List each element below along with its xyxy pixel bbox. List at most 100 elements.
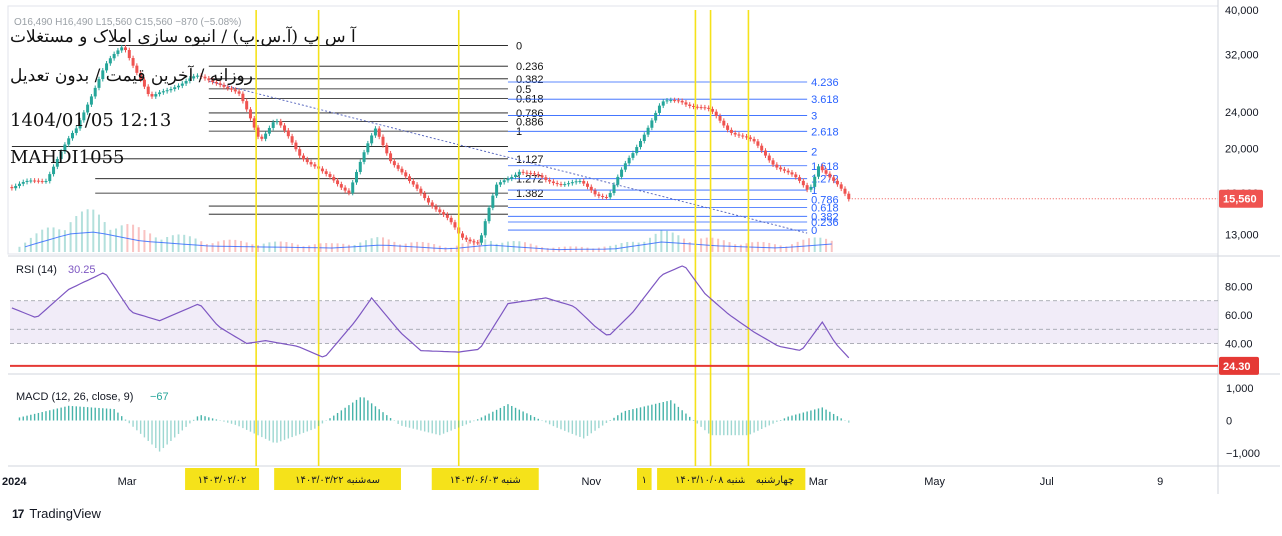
macd-histogram-bar bbox=[348, 405, 350, 421]
macd-histogram-bar bbox=[238, 420, 240, 427]
macd-histogram-bar bbox=[113, 409, 115, 421]
macd-histogram-bar bbox=[439, 420, 441, 436]
macd-histogram-bar bbox=[128, 420, 130, 424]
macd-histogram-bar bbox=[435, 420, 437, 435]
volume-bar bbox=[444, 247, 447, 252]
candle-body bbox=[67, 138, 71, 145]
macd-histogram-bar bbox=[340, 410, 343, 421]
macd-histogram-bar bbox=[105, 408, 108, 421]
volume-bar bbox=[779, 245, 782, 252]
volume-bar bbox=[86, 209, 89, 252]
candle-body bbox=[286, 130, 290, 137]
candle-body bbox=[574, 181, 578, 183]
candle-body bbox=[548, 179, 552, 182]
candle-body bbox=[578, 181, 582, 183]
volume-bar bbox=[132, 224, 135, 252]
datetime-label: 1404/01/05 12:13 bbox=[10, 110, 172, 131]
candle-body bbox=[264, 133, 268, 139]
macd-histogram-bar bbox=[102, 408, 104, 421]
candle-body bbox=[483, 221, 487, 236]
time-axis-tick: Mar bbox=[118, 476, 137, 488]
macd-histogram-bar bbox=[768, 420, 770, 426]
macd-histogram-bar bbox=[488, 413, 490, 421]
volume-bar bbox=[251, 244, 254, 252]
candle-body bbox=[794, 174, 798, 178]
macd-histogram-bar bbox=[575, 420, 577, 436]
macd-histogram-bar bbox=[98, 407, 100, 421]
candle-body bbox=[551, 181, 555, 184]
macd-histogram-bar bbox=[242, 420, 244, 429]
macd-histogram-bar bbox=[363, 397, 365, 421]
candle-body bbox=[813, 176, 817, 187]
candle-body bbox=[377, 128, 381, 137]
macd-histogram-bar bbox=[83, 406, 85, 421]
candle-body bbox=[514, 174, 518, 177]
candle-body bbox=[48, 174, 52, 182]
candle-body bbox=[635, 147, 639, 154]
macd-histogram-bar bbox=[507, 404, 509, 421]
macd-histogram-bar bbox=[56, 408, 59, 421]
volume-bar bbox=[228, 239, 231, 252]
macd-histogram-bar bbox=[848, 420, 850, 423]
macd-histogram-bar bbox=[268, 420, 271, 441]
macd-histogram-bar bbox=[333, 415, 335, 421]
macd-histogram-bar bbox=[192, 419, 195, 421]
timeframe-label: روزانه / آخرین قیمت / بدون تعدیل bbox=[10, 66, 253, 86]
candle-body bbox=[120, 47, 124, 51]
macd-axis-tick: 1,000 bbox=[1226, 383, 1254, 395]
candle-body bbox=[309, 162, 313, 165]
fib-right-level-label: 2 bbox=[811, 147, 817, 159]
macd-histogram-bar bbox=[636, 408, 638, 421]
candle-body bbox=[150, 94, 154, 97]
volume-bar bbox=[149, 233, 152, 252]
candle-body bbox=[351, 182, 355, 193]
candle-body bbox=[343, 187, 347, 191]
macd-histogram-bar bbox=[276, 420, 278, 443]
candle-body bbox=[676, 100, 680, 102]
macd-histogram-bar bbox=[514, 407, 517, 421]
candle-body bbox=[313, 164, 317, 167]
macd-histogram-bar bbox=[560, 420, 562, 430]
volume-bar bbox=[166, 237, 169, 252]
candle-body bbox=[832, 177, 836, 181]
date-label-text: چهارشنبه bbox=[756, 475, 794, 486]
volume-bar bbox=[541, 247, 544, 252]
macd-histogram-bar bbox=[779, 420, 782, 421]
tradingview-brand[interactable]: 17 TradingView bbox=[12, 506, 101, 521]
macd-histogram-bar bbox=[253, 420, 255, 434]
macd-histogram-bar bbox=[503, 406, 505, 421]
macd-histogram-bar bbox=[359, 397, 361, 421]
candle-body bbox=[593, 190, 597, 195]
fib-right-level-label: 3 bbox=[811, 110, 817, 122]
fib-left-level-label: 0.236 bbox=[516, 61, 544, 73]
volume-bar bbox=[376, 237, 379, 252]
macd-histogram-bar bbox=[287, 420, 290, 439]
candle-body bbox=[354, 171, 358, 183]
macd-histogram-bar bbox=[832, 413, 835, 421]
candle-body bbox=[169, 89, 173, 91]
macd-histogram-bar bbox=[783, 418, 786, 421]
macd-histogram-bar bbox=[336, 412, 339, 421]
macd-histogram-bar bbox=[355, 399, 358, 421]
macd-histogram-bar bbox=[643, 406, 645, 421]
candle-body bbox=[703, 107, 707, 109]
candle-body bbox=[650, 120, 654, 128]
macd-histogram-bar bbox=[696, 420, 699, 424]
volume-bar bbox=[597, 247, 600, 252]
candle-body bbox=[782, 169, 786, 171]
candle-body bbox=[21, 182, 25, 184]
macd-histogram-bar bbox=[79, 406, 81, 421]
candle-body bbox=[127, 50, 131, 59]
macd-histogram-bar bbox=[196, 416, 199, 421]
candle-body bbox=[260, 136, 264, 139]
macd-histogram-bar bbox=[613, 417, 615, 421]
macd-histogram-bar bbox=[86, 407, 89, 421]
candle-body bbox=[707, 107, 711, 109]
candle-body bbox=[404, 172, 408, 177]
candle-body bbox=[230, 88, 234, 90]
macd-histogram-bar bbox=[715, 420, 717, 436]
candle-body bbox=[328, 174, 332, 177]
macd-histogram-bar bbox=[567, 420, 570, 433]
macd-histogram-bar bbox=[208, 417, 210, 421]
candle-body bbox=[801, 180, 805, 186]
